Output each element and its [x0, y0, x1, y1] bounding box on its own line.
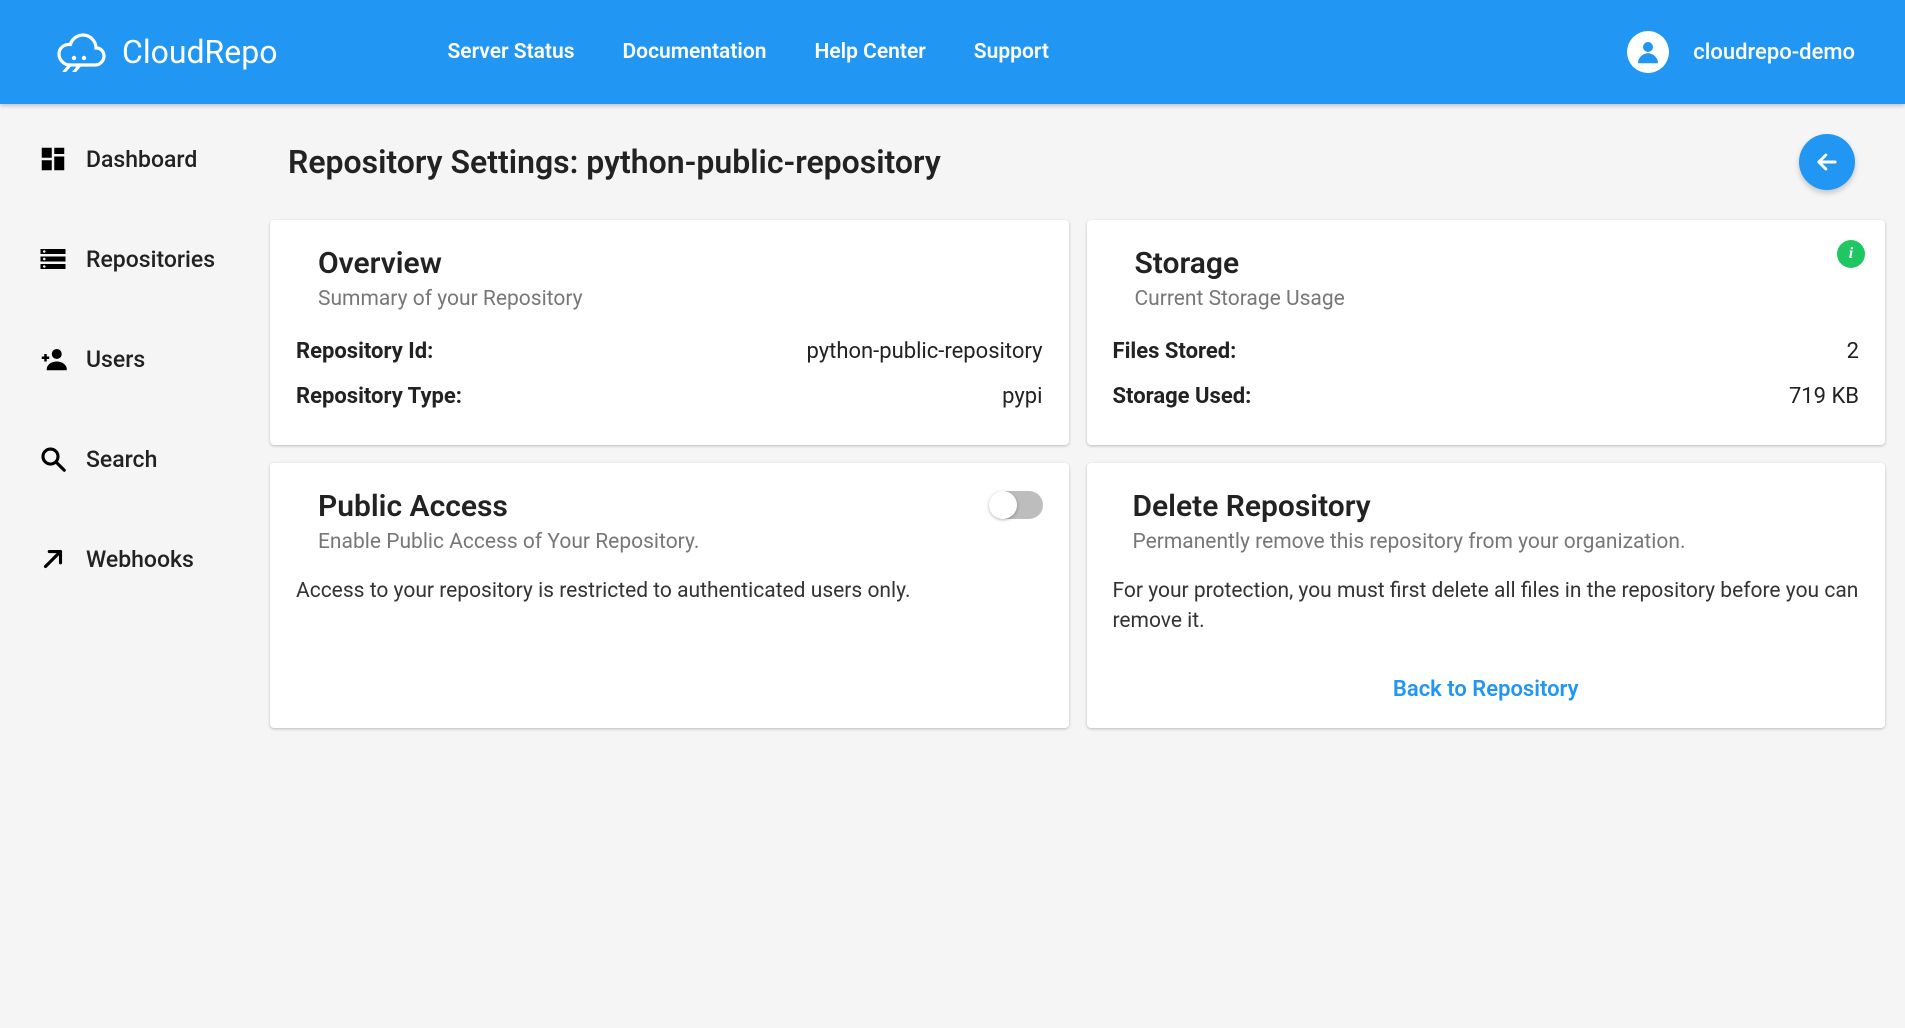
- main-content: Repository Settings: python-public-repos…: [270, 104, 1905, 1028]
- sidebar-item-repositories[interactable]: Repositories: [38, 244, 270, 274]
- storage-key: Storage Used:: [1113, 384, 1252, 409]
- overview-key: Repository Type:: [296, 384, 462, 409]
- sidebar: Dashboard Repositories Users Search Webh…: [0, 104, 270, 1028]
- storage-row: Storage Used: 719 KB: [1113, 374, 1860, 419]
- sidebar-item-label: Search: [86, 446, 157, 473]
- public-access-card: Public Access Enable Public Access of Yo…: [270, 463, 1069, 728]
- sidebar-item-search[interactable]: Search: [38, 444, 270, 474]
- brand-name: CloudRepo: [122, 33, 277, 71]
- storage-key: Files Stored:: [1113, 339, 1237, 364]
- user-menu[interactable]: cloudrepo-demo: [1627, 31, 1855, 73]
- info-icon[interactable]: i: [1837, 240, 1865, 268]
- header-nav: Server Status Documentation Help Center …: [447, 40, 1049, 64]
- storage-card: i Storage Current Storage Usage Files St…: [1087, 220, 1886, 445]
- storage-title: Storage: [1135, 246, 1860, 281]
- storage-row: Files Stored: 2: [1113, 329, 1860, 374]
- avatar-icon: [1627, 31, 1669, 73]
- storage-value: 719 KB: [1789, 384, 1859, 409]
- overview-row: Repository Id: python-public-repository: [296, 329, 1043, 374]
- header: CloudRepo Server Status Documentation He…: [0, 0, 1905, 104]
- overview-value: python-public-repository: [807, 339, 1043, 364]
- overview-key: Repository Id:: [296, 339, 433, 364]
- username: cloudrepo-demo: [1693, 40, 1855, 65]
- dashboard-icon: [38, 144, 68, 174]
- storage-icon: [38, 244, 68, 274]
- delete-repo-subtitle: Permanently remove this repository from …: [1133, 530, 1860, 554]
- public-access-body: Access to your repository is restricted …: [296, 576, 1043, 606]
- sidebar-item-users[interactable]: Users: [38, 344, 270, 374]
- back-button[interactable]: [1799, 134, 1855, 190]
- brand-logo[interactable]: CloudRepo: [50, 32, 277, 72]
- delete-repo-title: Delete Repository: [1133, 489, 1860, 524]
- sidebar-item-label: Webhooks: [86, 546, 194, 573]
- nav-support[interactable]: Support: [974, 40, 1049, 64]
- back-to-repository-link[interactable]: Back to Repository: [1393, 677, 1579, 702]
- sidebar-item-dashboard[interactable]: Dashboard: [38, 144, 270, 174]
- nav-server-status[interactable]: Server Status: [447, 40, 574, 64]
- overview-title: Overview: [318, 246, 1043, 281]
- sidebar-item-label: Repositories: [86, 246, 215, 273]
- arrow-left-icon: [1813, 148, 1841, 176]
- nav-help-center[interactable]: Help Center: [814, 40, 925, 64]
- sidebar-item-label: Users: [86, 346, 145, 373]
- public-access-toggle[interactable]: [991, 491, 1043, 519]
- sidebar-item-webhooks[interactable]: Webhooks: [38, 544, 270, 574]
- public-access-subtitle: Enable Public Access of Your Repository.: [318, 530, 1043, 554]
- toggle-knob: [989, 491, 1017, 519]
- nav-documentation[interactable]: Documentation: [623, 40, 767, 64]
- add-user-icon: [38, 344, 68, 374]
- search-icon: [38, 444, 68, 474]
- overview-card: Overview Summary of your Repository Repo…: [270, 220, 1069, 445]
- page-title: Repository Settings: python-public-repos…: [288, 143, 941, 181]
- delete-repo-card: Delete Repository Permanently remove thi…: [1087, 463, 1886, 728]
- overview-row: Repository Type: pypi: [296, 374, 1043, 419]
- arrow-outward-icon: [38, 544, 68, 574]
- public-access-title: Public Access: [318, 489, 1043, 524]
- storage-value: 2: [1847, 339, 1859, 364]
- sidebar-item-label: Dashboard: [86, 146, 197, 173]
- overview-value: pypi: [1002, 384, 1042, 409]
- storage-subtitle: Current Storage Usage: [1135, 287, 1860, 311]
- overview-subtitle: Summary of your Repository: [318, 287, 1043, 311]
- delete-repo-body: For your protection, you must first dele…: [1113, 576, 1860, 637]
- cloud-icon: [50, 32, 110, 72]
